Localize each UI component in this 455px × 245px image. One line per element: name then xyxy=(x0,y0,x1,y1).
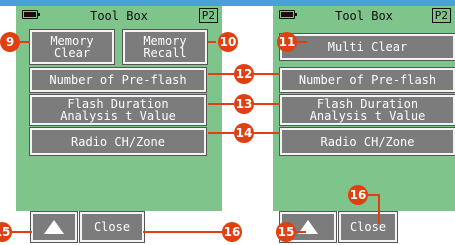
callout-line xyxy=(208,103,234,105)
radio-ch-zone-button[interactable]: Radio CH/Zone xyxy=(280,128,455,155)
callout-11: 11 xyxy=(277,32,297,52)
callout-16: 16 xyxy=(348,185,368,205)
callout-line xyxy=(143,231,222,233)
callout-16: 16 xyxy=(222,222,242,242)
button-label-line2: Analysis t Value xyxy=(309,109,426,123)
callout-line xyxy=(297,41,307,43)
callout-line xyxy=(208,73,234,75)
screen-title: Tool Box xyxy=(335,9,393,23)
page-up-button[interactable] xyxy=(31,212,77,242)
flash-duration-button[interactable]: Flash Duration Analysis t Value xyxy=(280,95,455,125)
callout-line xyxy=(208,132,234,134)
memory-clear-button[interactable]: Memory Clear xyxy=(30,30,114,64)
callout-line xyxy=(254,103,280,105)
callout-line xyxy=(378,194,380,224)
multi-clear-button[interactable]: Multi Clear xyxy=(280,34,455,60)
button-label-line2: Recall xyxy=(143,46,187,60)
callout-14: 14 xyxy=(234,123,254,143)
callout-line xyxy=(296,231,306,233)
callout-12: 12 xyxy=(234,64,254,84)
close-button[interactable]: Close xyxy=(80,212,144,242)
callout-line xyxy=(254,132,280,134)
callout-10: 10 xyxy=(218,32,238,52)
button-label-line2: Clear xyxy=(53,46,91,60)
callout-line xyxy=(254,73,280,75)
flash-duration-button[interactable]: Flash Duration Analysis t Value xyxy=(30,95,206,125)
callout-15: 15 xyxy=(0,222,12,242)
callout-line xyxy=(208,41,216,43)
callout-13: 13 xyxy=(234,94,254,114)
pre-flash-button[interactable]: Number of Pre-flash xyxy=(30,68,206,92)
screen-title: Tool Box xyxy=(90,9,148,23)
screen-header: Tool Box P2 xyxy=(273,6,455,26)
callout-line xyxy=(20,41,30,43)
callout-9: 9 xyxy=(0,32,20,52)
pre-flash-button[interactable]: Number of Pre-flash xyxy=(280,68,455,92)
button-label-line2: Analysis t Value xyxy=(60,109,176,123)
callout-line xyxy=(368,194,380,196)
triangle-up-icon xyxy=(44,220,64,234)
page-indicator: P2 xyxy=(198,8,218,23)
radio-ch-zone-button[interactable]: Radio CH/Zone xyxy=(30,128,206,155)
close-button[interactable]: Close xyxy=(339,212,397,242)
callout-line xyxy=(10,231,32,233)
screen-header: Tool Box P2 xyxy=(16,6,222,26)
page-indicator: P2 xyxy=(431,8,451,23)
memory-recall-button[interactable]: Memory Recall xyxy=(123,30,207,64)
toolbox-screen-left: Tool Box P2 Memory Clear Memory Recall N… xyxy=(16,6,222,245)
callout-15: 15 xyxy=(276,222,296,242)
